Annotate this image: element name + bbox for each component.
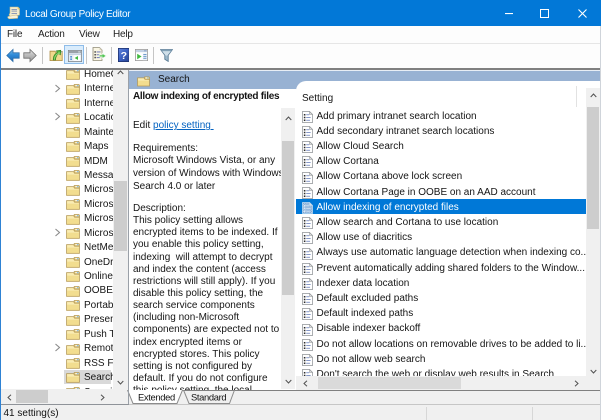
svg-text:Standard: Standard — [191, 391, 226, 402]
svg-text:?: ? — [120, 49, 126, 61]
svg-text:Extended: Extended — [138, 391, 175, 402]
